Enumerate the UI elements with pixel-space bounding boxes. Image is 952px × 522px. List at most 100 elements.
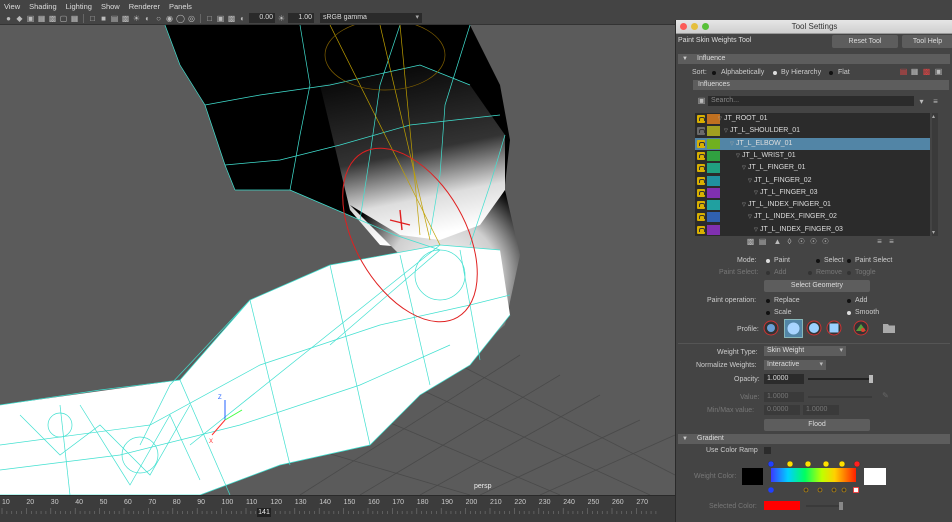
list-view-icon[interactable]: ≡ <box>875 237 884 246</box>
paint-select-remove-radio[interactable] <box>808 271 812 275</box>
paint-select-add-radio[interactable] <box>766 271 770 275</box>
unlock-influences-icon[interactable]: ▣ <box>934 67 943 76</box>
expand-arrow-icon[interactable]: ▽ <box>730 138 734 150</box>
prune-weights-icon[interactable]: ☉ <box>809 237 818 246</box>
gaussian-brush-icon[interactable] <box>763 320 779 336</box>
select-geometry-button[interactable]: Select Geometry <box>764 280 870 292</box>
max-value-field[interactable]: 1.0000 <box>803 405 839 415</box>
menu-shading[interactable]: Shading <box>29 2 57 11</box>
influence-row[interactable]: ▽ JT_L_INDEX_FINGER_02 <box>695 211 930 223</box>
influence-row[interactable]: ▽ JT_L_FINGER_01 <box>695 162 930 174</box>
normalize-weights-dropdown[interactable]: Interactive <box>764 360 826 370</box>
influence-color-swatch[interactable] <box>707 138 720 149</box>
exposure-field[interactable]: 0.00 <box>249 13 275 23</box>
viewport-panel[interactable]: View Shading Lighting Show Renderer Pane… <box>0 0 675 522</box>
expand-arrow-icon[interactable]: ▽ <box>754 187 758 199</box>
influence-row[interactable]: ▽ JT_L_INDEX_FINGER_01 <box>695 199 930 211</box>
weight-color-gradient-bar[interactable] <box>771 468 856 482</box>
influence-row[interactable]: ▽ JT_L_WRIST_01 <box>695 150 930 162</box>
expand-arrow-icon[interactable]: ▽ <box>754 224 758 236</box>
selected-color-swatch[interactable] <box>764 501 800 510</box>
show-influences-selected-icon[interactable]: ☉ <box>797 237 806 246</box>
grid-icon[interactable]: ▦ <box>70 14 79 23</box>
gamma-field[interactable]: 1.00 <box>288 13 314 23</box>
influence-color-swatch[interactable] <box>707 126 720 137</box>
colorspace-dropdown[interactable]: sRGB gamma <box>320 13 422 23</box>
pick-value-icon[interactable]: ✎ <box>881 391 890 400</box>
expand-arrow-icon[interactable]: ▽ <box>724 125 728 137</box>
influence-row[interactable]: ▽ JT_L_SHOULDER_01 <box>695 125 930 137</box>
opacity-slider-handle[interactable] <box>869 375 873 383</box>
influence-row[interactable]: ▽ JT_L_ELBOW_01 <box>695 137 930 150</box>
weight-hammer-icon[interactable]: ▲ <box>773 237 782 246</box>
window-titlebar[interactable]: Tool Settings <box>676 20 952 34</box>
influences-header[interactable]: Influences <box>693 80 949 90</box>
influence-color-swatch[interactable] <box>707 212 720 223</box>
image-brush-icon[interactable] <box>853 320 869 336</box>
menu-view[interactable]: View <box>4 2 20 11</box>
square-brush-icon[interactable] <box>826 320 842 336</box>
paint-select-toggle-radio[interactable] <box>847 271 851 275</box>
expand-arrow-icon[interactable]: ▽ <box>736 150 740 162</box>
lock-icon[interactable] <box>697 115 705 123</box>
folder-icon[interactable] <box>881 320 897 336</box>
selected-color-slider[interactable] <box>806 505 842 507</box>
search-menu-icon[interactable]: ≡ <box>931 97 940 106</box>
influence-color-swatch[interactable] <box>707 163 720 174</box>
motion-blur-icon[interactable]: ◉ <box>165 14 174 23</box>
menu-show[interactable]: Show <box>101 2 120 11</box>
influence-row[interactable]: ▽ JT_L_FINGER_02 <box>695 175 930 187</box>
min-value-field[interactable]: 0.0000 <box>764 405 800 415</box>
camera-icon[interactable]: ● <box>4 14 13 23</box>
paint-op-add-radio[interactable] <box>847 299 851 303</box>
time-slider[interactable]: 10 20 30 40 50 60 70 80 90 100 110 120 130 140 150 160 1… <box>0 495 675 522</box>
menu-panels[interactable]: Panels <box>169 2 192 11</box>
search-dropdown-icon[interactable]: ▾ <box>917 97 926 106</box>
bookmark-icon[interactable]: ◆ <box>15 14 24 23</box>
influence-list[interactable]: ▽ JT_ROOT_01 ▽ JT_L_SHOULDER_01 ▽ JT_L_ELBOW_… <box>695 113 930 236</box>
value-slider[interactable] <box>808 396 872 398</box>
lights-icon[interactable]: ☀ <box>132 14 141 23</box>
selected-color-slider-handle[interactable] <box>839 502 843 510</box>
menu-renderer[interactable]: Renderer <box>129 2 160 11</box>
lock-icon[interactable] <box>697 201 705 210</box>
expand-arrow-icon[interactable]: ▽ <box>742 199 746 211</box>
influence-color-swatch[interactable] <box>707 175 720 186</box>
paint-op-replace-radio[interactable] <box>766 299 770 303</box>
sort-by-hierarchy-radio[interactable] <box>773 71 777 75</box>
shadows-icon[interactable]: ◐ <box>143 14 152 23</box>
influence-list-scrollbar[interactable] <box>932 113 938 236</box>
mode-paint-radio[interactable] <box>766 259 770 263</box>
textured-icon[interactable]: ▩ <box>121 14 130 23</box>
use-color-ramp-checkbox[interactable] <box>764 447 771 454</box>
flood-button[interactable]: Flood <box>764 419 870 431</box>
influence-color-swatch[interactable] <box>707 150 720 161</box>
sort-alphabetically-radio[interactable] <box>712 71 716 75</box>
lock-icon[interactable] <box>697 127 705 136</box>
paint-op-smooth-radio[interactable] <box>847 311 851 315</box>
hud-icon[interactable]: ▩ <box>227 14 236 23</box>
lock-icon[interactable] <box>697 164 705 173</box>
influence-color-swatch[interactable] <box>707 200 720 211</box>
weight-color-swatch-max[interactable] <box>864 468 886 485</box>
gradient-section-header[interactable]: ▼ Gradient <box>678 434 950 444</box>
expand-arrow-icon[interactable]: ▽ <box>718 113 722 125</box>
mirror-weights-icon[interactable]: ☉ <box>821 237 830 246</box>
paint-op-scale-radio[interactable] <box>766 311 770 315</box>
expand-arrow-icon[interactable]: ▽ <box>748 211 752 223</box>
soft-brush-icon[interactable] <box>784 319 803 338</box>
mode-paint-select-radio[interactable] <box>847 259 851 263</box>
lock-icon[interactable] <box>697 176 705 185</box>
search-options-icon[interactable]: ▣ <box>697 96 706 105</box>
exposure-icon[interactable]: ◐ <box>238 14 247 23</box>
backface-icon[interactable]: ▣ <box>216 14 225 23</box>
sort-flat-radio[interactable] <box>829 71 833 75</box>
smooth-shade-icon[interactable]: ■ <box>99 14 108 23</box>
paste-weights-icon[interactable]: ▤ <box>758 237 767 246</box>
weight-type-dropdown[interactable]: Skin Weight <box>764 346 846 356</box>
influence-search-input[interactable]: Search... <box>708 96 914 106</box>
image-plane-icon[interactable]: ▣ <box>26 14 35 23</box>
copy-weights-icon[interactable]: ▩ <box>746 237 755 246</box>
resolution-gate-icon[interactable]: ▩ <box>48 14 57 23</box>
film-gate-icon[interactable]: ▦ <box>37 14 46 23</box>
